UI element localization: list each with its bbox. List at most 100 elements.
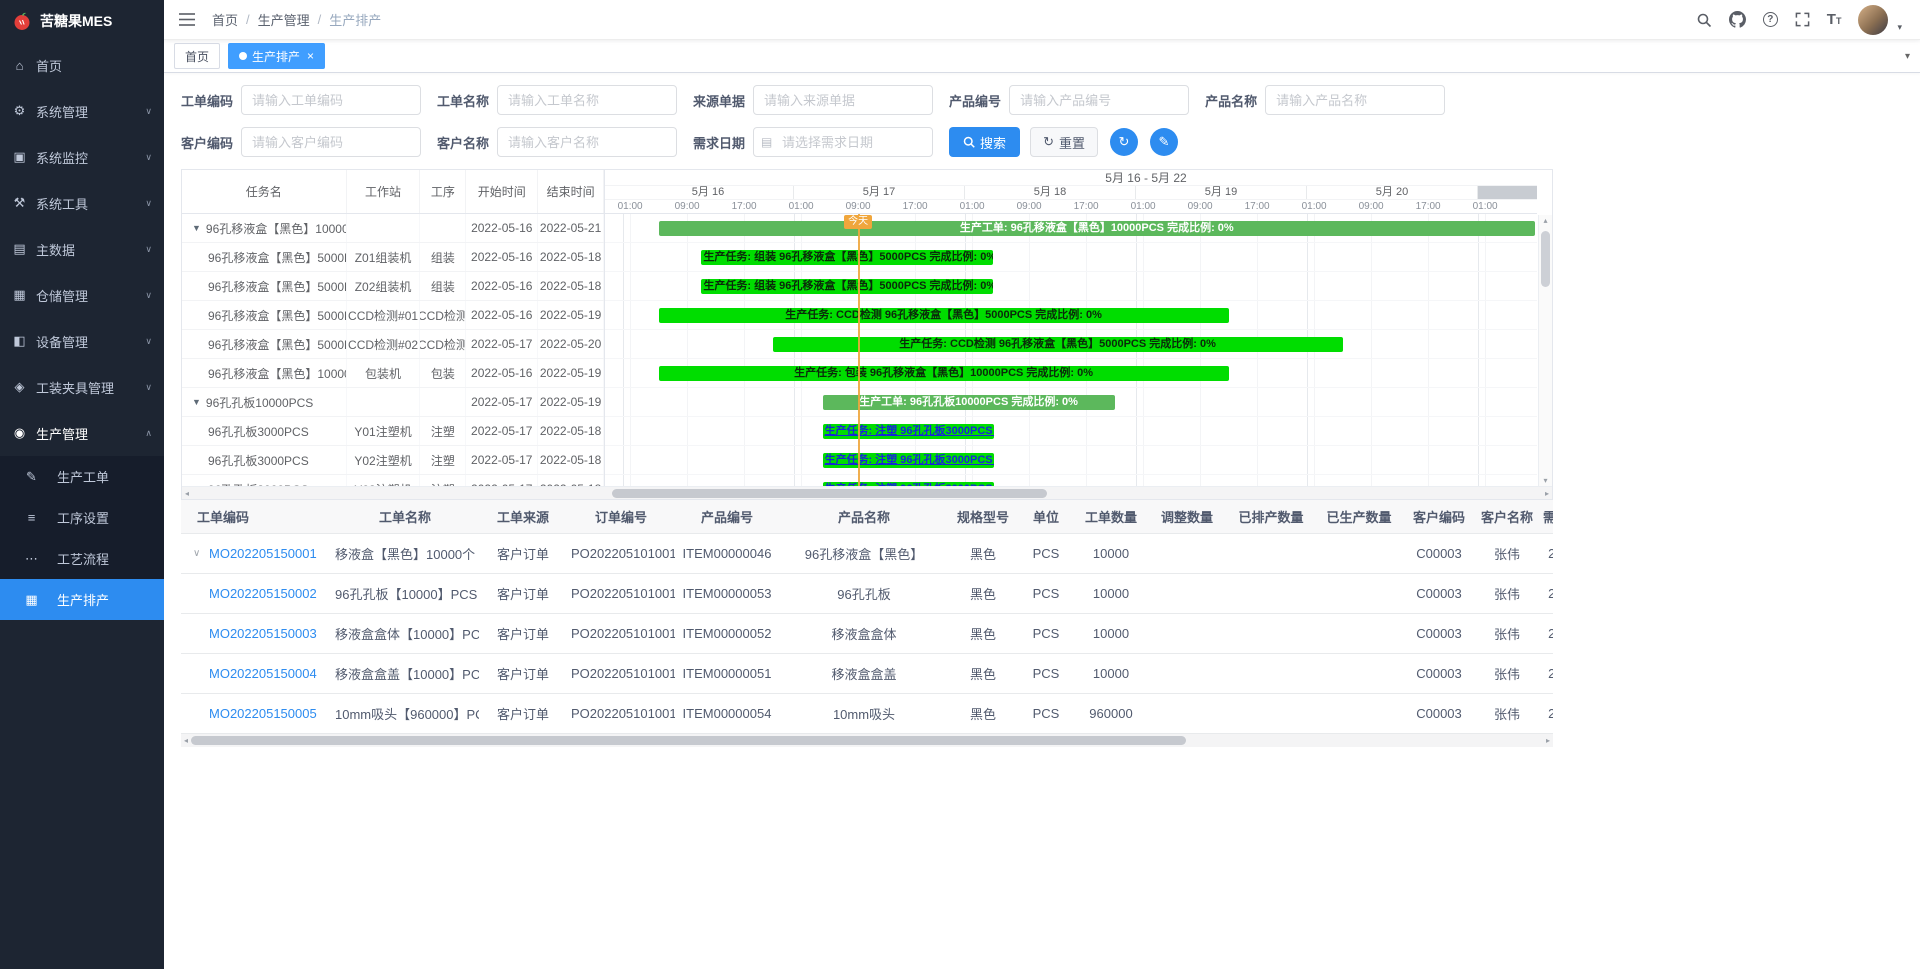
sidebar-item[interactable]: ◧ 设备管理 ∨ — [0, 318, 164, 364]
gantt-task-row[interactable]: ▼96孔移液盒【黑色】10000PCS 2022-05-16 2022-05-2… — [182, 214, 604, 243]
demand-date-input[interactable] — [753, 127, 933, 157]
workorder-link[interactable]: MO202205150001 — [209, 546, 317, 561]
orders-cell: 96孔孔板 — [779, 584, 949, 603]
sidebar-item[interactable]: ⌂ 首页 — [0, 42, 164, 88]
gantt-task-row[interactable]: ▼96孔孔板10000PCS 2022-05-17 2022-05-19 — [182, 388, 604, 417]
workorder-code-input[interactable] — [241, 85, 421, 115]
row-expand-caret-icon[interactable]: ∨ — [193, 548, 203, 559]
edit-button[interactable]: ✎ — [1150, 128, 1178, 156]
horizontal-scrollbar-thumb[interactable] — [612, 489, 1047, 498]
gantt-chart-row: 生产工单: 96孔孔板10000PCS 完成比例: 0% — [605, 388, 1537, 417]
sidebar-subitem[interactable]: ≡ 工序设置 — [0, 497, 164, 538]
collapse-caret-icon[interactable]: ▼ — [192, 397, 201, 407]
orders-row[interactable]: MO20220515000510mm吸头【960000】PCS客户订单PO202… — [181, 694, 1553, 734]
workorder-link[interactable]: MO202205150002 — [209, 586, 317, 601]
sidebar-item[interactable]: ▣ 系统监控 ∨ — [0, 134, 164, 180]
sync-button[interactable]: ↻ — [1110, 128, 1138, 156]
gantt-bar-task[interactable]: 生产任务: 包装 96孔移液盒【黑色】10000PCS 完成比例: 0% — [659, 366, 1229, 381]
gantt-task-row[interactable]: 96孔移液盒【黑色】5000PCS Z02组装机 组装 2022-05-16 2… — [182, 272, 604, 301]
github-icon[interactable] — [1729, 11, 1746, 28]
app-logo[interactable]: 苦糖果MES — [0, 0, 164, 42]
hour-tick-label: 09:00 — [1017, 200, 1042, 213]
hour-tick-label: 09:00 — [1359, 200, 1384, 213]
font-size-icon[interactable]: TT — [1827, 11, 1842, 28]
gantt-bar-task[interactable]: 生产任务: 组装 96孔移液盒【黑色】5000PCS 完成比例: 0% — [701, 250, 993, 265]
avatar-caret-icon[interactable]: ▾ — [1897, 22, 1902, 35]
customer-name-input[interactable] — [497, 127, 677, 157]
gantt-vertical-scrollbar[interactable]: ▴ ▾ — [1538, 215, 1552, 486]
sidebar-item[interactable]: ⚙ 系统管理 ∨ — [0, 88, 164, 134]
sidebar-subitem[interactable]: ⋯ 工艺流程 — [0, 538, 164, 579]
gantt-bar-task[interactable]: 生产任务: CCD检测 96孔移液盒【黑色】5000PCS 完成比例: 0% — [659, 308, 1229, 323]
gantt-bar-task[interactable]: 生产任务: 组装 96孔移液盒【黑色】5000PCS 完成比例: 0% — [701, 279, 993, 294]
orders-cell: 张伟 — [1475, 624, 1539, 643]
fullscreen-icon[interactable] — [1795, 12, 1810, 27]
sidebar-item[interactable]: ⚒ 系统工具 ∨ — [0, 180, 164, 226]
sidebar-subitem-label: 生产工单 — [57, 467, 109, 486]
workorder-link[interactable]: MO202205150005 — [209, 706, 317, 721]
gantt-task-row[interactable]: 96孔孔板3000PCS Y03注塑机 注塑 2022-05-17 2022-0… — [182, 475, 604, 486]
gantt-bar-task[interactable]: 生产任务: 注塑 96孔孔板3000PCS 完成比例: 0% — [823, 453, 994, 468]
workorder-link[interactable]: MO202205150004 — [209, 666, 317, 681]
gantt-bar-order[interactable]: 生产工单: 96孔孔板10000PCS 完成比例: 0% — [823, 395, 1115, 410]
search-button[interactable]: 搜索 — [949, 127, 1020, 157]
breadcrumb-item[interactable]: 首页 — [212, 10, 238, 29]
scroll-right-icon[interactable]: ▸ — [1546, 736, 1550, 745]
gantt: 任务名工作站工序开始时间结束时间 ▼96孔移液盒【黑色】10000PCS 202… — [182, 170, 1552, 486]
orders-row[interactable]: MO20220515000296孔孔板【10000】PCS客户订单PO20220… — [181, 574, 1553, 614]
breadcrumb-item[interactable]: 生产排产 — [329, 10, 381, 29]
orders-row[interactable]: MO202205150004移液盒盒盖【10000】PCS客户订单PO20220… — [181, 654, 1553, 694]
end-time-cell: 2022-05-19 — [538, 359, 604, 387]
gantt-task-row[interactable]: 96孔移液盒【黑色】5000PCS CCD检测#02 CCD检测 2022-05… — [182, 330, 604, 359]
sidebar-item[interactable]: ◉ 生产管理 ∧ — [0, 410, 164, 456]
reset-button[interactable]: ↻ 重置 — [1030, 127, 1098, 157]
orders-column-header: 工单名称 — [331, 507, 479, 526]
gantt-task-row[interactable]: 96孔孔板3000PCS Y01注塑机 注塑 2022-05-17 2022-0… — [182, 417, 604, 446]
source-doc-input[interactable] — [753, 85, 933, 115]
vertical-scrollbar-thumb[interactable] — [1541, 231, 1550, 287]
orders-horizontal-scrollbar[interactable]: ◂ ▸ — [181, 734, 1553, 747]
orders-row[interactable]: MO202205150003移液盒盒体【10000】PCS客户订单PO20220… — [181, 614, 1553, 654]
sidebar-toggle-icon[interactable] — [178, 12, 196, 27]
user-avatar[interactable] — [1858, 5, 1888, 35]
gantt-horizontal-scrollbar[interactable]: ◂ ▸ — [182, 486, 1552, 499]
breadcrumb-item[interactable]: 生产管理 — [258, 10, 310, 29]
product-code-input[interactable] — [1009, 85, 1189, 115]
tab-list-caret-icon[interactable]: ▾ — [1905, 51, 1910, 62]
workorder-link[interactable]: MO202205150003 — [209, 626, 317, 641]
scroll-up-icon[interactable]: ▴ — [1543, 216, 1547, 225]
sidebar-subitem[interactable]: ▦ 生产排产 — [0, 579, 164, 620]
product-name-input[interactable] — [1265, 85, 1445, 115]
gantt-task-row[interactable]: 96孔移液盒【黑色】5000PCS Z01组装机 组装 2022-05-16 2… — [182, 243, 604, 272]
tab-active-page[interactable]: 生产排产 × — [228, 43, 325, 69]
orders-column-header: 产品编号 — [675, 507, 779, 526]
orders-cell: 张伟 — [1475, 704, 1539, 723]
sidebar-item[interactable]: ◈ 工装夹具管理 ∨ — [0, 364, 164, 410]
gantt-task-row[interactable]: 96孔移液盒【黑色】5000PCS CCD检测#01 CCD检测 2022-05… — [182, 301, 604, 330]
tab-home[interactable]: 首页 — [174, 43, 220, 69]
orders-row[interactable]: ∨ MO202205150001移液盒【黑色】10000个客户订单PO20220… — [181, 534, 1553, 574]
scroll-right-icon[interactable]: ▸ — [1545, 489, 1549, 498]
sidebar-item[interactable]: ▤ 主数据 ∨ — [0, 226, 164, 272]
collapse-caret-icon[interactable]: ▼ — [192, 223, 201, 233]
search-icon[interactable] — [1696, 12, 1712, 28]
gantt-task-row[interactable]: 96孔孔板3000PCS Y02注塑机 注塑 2022-05-17 2022-0… — [182, 446, 604, 475]
gantt-task-row[interactable]: 96孔移液盒【黑色】10000PCS 包装机 包装 2022-05-16 202… — [182, 359, 604, 388]
horizontal-scrollbar-thumb[interactable] — [191, 736, 1186, 745]
workorder-name-input[interactable] — [497, 85, 677, 115]
gantt-bar-task[interactable]: 生产任务: 注塑 96孔孔板3000PCS 完成比例: 0% — [823, 424, 994, 439]
gantt-bar-task[interactable]: 生产任务: 注塑 96孔孔板3000PCS 完成比例: 0% — [823, 482, 994, 486]
sidebar-item[interactable]: ▦ 仓储管理 ∨ — [0, 272, 164, 318]
scroll-left-icon[interactable]: ◂ — [184, 736, 188, 745]
scroll-left-icon[interactable]: ◂ — [185, 489, 189, 498]
sidebar-subitem[interactable]: ✎ 生产工单 — [0, 456, 164, 497]
hour-tick-label: 17:00 — [1245, 200, 1270, 213]
tab-close-icon[interactable]: × — [307, 49, 314, 63]
customer-code-input[interactable] — [241, 127, 421, 157]
gantt-bar-order[interactable]: 生产工单: 96孔移液盒【黑色】10000PCS 完成比例: 0% — [659, 221, 1535, 236]
workstation-cell: Z02组装机 — [347, 272, 421, 300]
orders-cell: 202 — [1539, 546, 1553, 561]
question-icon[interactable]: ? — [1763, 12, 1778, 27]
scroll-down-icon[interactable]: ▾ — [1543, 476, 1547, 485]
sidebar-subitem-label: 工艺流程 — [57, 549, 109, 568]
